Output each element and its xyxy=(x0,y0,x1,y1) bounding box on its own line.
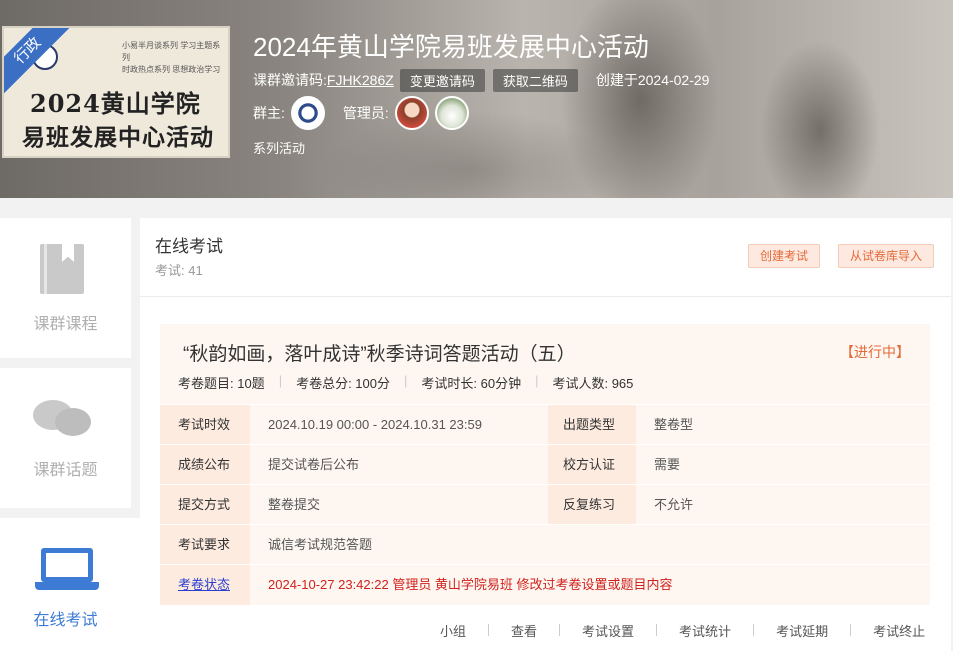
extend-exam-button[interactable]: 考试延期 xyxy=(776,621,828,640)
detail-value: 2024.10.19 00:00 - 2024.10.31 23:59 xyxy=(250,405,548,445)
group-button[interactable]: 小组 xyxy=(440,621,466,640)
detail-row: 考卷状态 2024-10-27 23:42:22 管理员 黄山学院易班 修改过考… xyxy=(160,564,930,605)
detail-row: 考试时效 2024.10.19 00:00 - 2024.10.31 23:59… xyxy=(160,404,930,445)
detail-row: 成绩公布 提交试卷后公布 校方认证 需要 xyxy=(160,444,930,485)
manager-avatar[interactable] xyxy=(394,96,429,130)
sidebar-item-courses[interactable]: 课群课程 xyxy=(0,218,131,358)
cover-title-line2: 易班发展中心活动 xyxy=(22,124,214,151)
detail-label: 考试要求 xyxy=(160,525,250,565)
exam-settings-button[interactable]: 考试设置 xyxy=(582,621,634,640)
terminate-exam-button[interactable]: 考试终止 xyxy=(873,621,925,640)
invite-code-label: 课群邀请码: xyxy=(253,72,327,88)
exam-panel: 在线考试 考试: 41 创建考试 从试卷库导入 “秋韵如画，落叶成诗”秋季诗词答… xyxy=(140,218,951,651)
divider xyxy=(488,624,490,636)
detail-label: 考卷状态 xyxy=(160,565,250,605)
detail-value: 不允许 xyxy=(636,485,930,525)
detail-row: 提交方式 整卷提交 反复练习 不允许 xyxy=(160,484,930,525)
sidebar-item-label: 课群话题 xyxy=(33,462,98,479)
banner-ink-decoration xyxy=(760,40,880,198)
divider xyxy=(559,624,561,636)
sidebar-item-topics[interactable]: 课群话题 xyxy=(0,368,131,508)
series-tag[interactable]: 系列活动 xyxy=(253,138,305,157)
divider xyxy=(753,624,755,636)
detail-value: 提交试卷后公布 xyxy=(250,445,548,485)
exam-statistics-button[interactable]: 考试统计 xyxy=(679,621,731,640)
cover-subtitle: 小易半月谈系列 学习主题系列 时政热点系列 思想政治学习 xyxy=(122,41,221,74)
exam-state-log: 2024-10-27 23:42:22 管理员 黄山学院易班 修改过考卷设置或题… xyxy=(250,565,930,605)
group-meta: 课群邀请码: FJHK286Z 变更邀请码 获取二维码 创建于2024-02-2… xyxy=(253,68,710,92)
group-title: 2024年黄山学院易班发展中心活动 xyxy=(253,32,649,62)
stat-duration: 考试时长: 60分钟 xyxy=(421,376,522,391)
detail-value: 诚信考试规范答题 xyxy=(250,525,930,565)
view-button[interactable]: 查看 xyxy=(511,621,537,640)
sidebar-item-label: 课群课程 xyxy=(33,316,98,333)
book-icon xyxy=(40,244,84,294)
exam-state-link[interactable]: 考卷状态 xyxy=(178,577,230,592)
owner-avatar[interactable] xyxy=(290,96,325,130)
detail-label: 提交方式 xyxy=(160,485,250,525)
group-banner: 小易半月谈系列 学习主题系列 时政热点系列 思想政治学习 2024黄山学院 易班… xyxy=(0,0,953,198)
exam-status-badge: 【进行中】 xyxy=(840,344,910,360)
import-from-bank-button[interactable]: 从试卷库导入 xyxy=(838,244,935,268)
stat-total-score: 考卷总分: 100分 xyxy=(296,376,390,391)
detail-label: 反复练习 xyxy=(548,485,636,525)
created-date: 创建于2024-02-29 xyxy=(595,72,710,88)
detail-value: 整卷提交 xyxy=(250,485,548,525)
detail-row: 考试要求 诚信考试规范答题 xyxy=(160,524,930,565)
owner-label: 群主: xyxy=(253,105,285,121)
exam-card: “秋韵如画，落叶成诗”秋季诗词答题活动（五） 【进行中】 考卷题目: 10题 |… xyxy=(160,324,930,605)
divider xyxy=(850,624,852,636)
sidebar-item-online-exam[interactable]: 在线考试 xyxy=(0,518,140,651)
detail-label: 出题类型 xyxy=(548,405,636,445)
exam-actions: 小组 查看 考试设置 考试统计 考试延期 考试终止 xyxy=(440,620,925,640)
detail-label: 校方认证 xyxy=(548,445,636,485)
get-qrcode-button[interactable]: 获取二维码 xyxy=(492,68,578,92)
exam-count: 考试: 41 xyxy=(155,263,203,278)
detail-label: 考试时效 xyxy=(160,405,250,445)
group-cover-image: 小易半月谈系列 学习主题系列 时政热点系列 思想政治学习 2024黄山学院 易班… xyxy=(2,26,230,158)
detail-value: 整卷型 xyxy=(636,405,930,445)
invite-code[interactable]: FJHK286Z xyxy=(327,72,394,88)
cover-title-line1: 2024黄山学院 xyxy=(30,89,201,118)
panel-header: 在线考试 考试: 41 创建考试 从试卷库导入 xyxy=(140,218,951,297)
exam-title[interactable]: “秋韵如画，落叶成诗”秋季诗词答题活动（五） xyxy=(183,339,576,366)
stat-question-count: 考卷题目: 10题 xyxy=(178,376,265,391)
chat-icon xyxy=(33,396,93,442)
panel-title: 在线考试 xyxy=(155,237,223,256)
divider xyxy=(656,624,658,636)
stat-participants: 考试人数: 965 xyxy=(552,376,634,391)
manager-avatar[interactable] xyxy=(434,96,469,130)
detail-label: 成绩公布 xyxy=(160,445,250,485)
exam-stats: 考卷题目: 10题 | 考卷总分: 100分 | 考试时长: 60分钟 | 考试… xyxy=(178,373,634,391)
change-invite-code-button[interactable]: 变更邀请码 xyxy=(399,68,485,92)
detail-value: 需要 xyxy=(636,445,930,485)
group-members: 群主: 管理员: xyxy=(253,95,469,131)
manager-label: 管理员: xyxy=(342,105,389,121)
laptop-icon xyxy=(35,548,99,592)
sidebar-item-label: 在线考试 xyxy=(33,612,98,629)
create-exam-button[interactable]: 创建考试 xyxy=(748,244,821,268)
